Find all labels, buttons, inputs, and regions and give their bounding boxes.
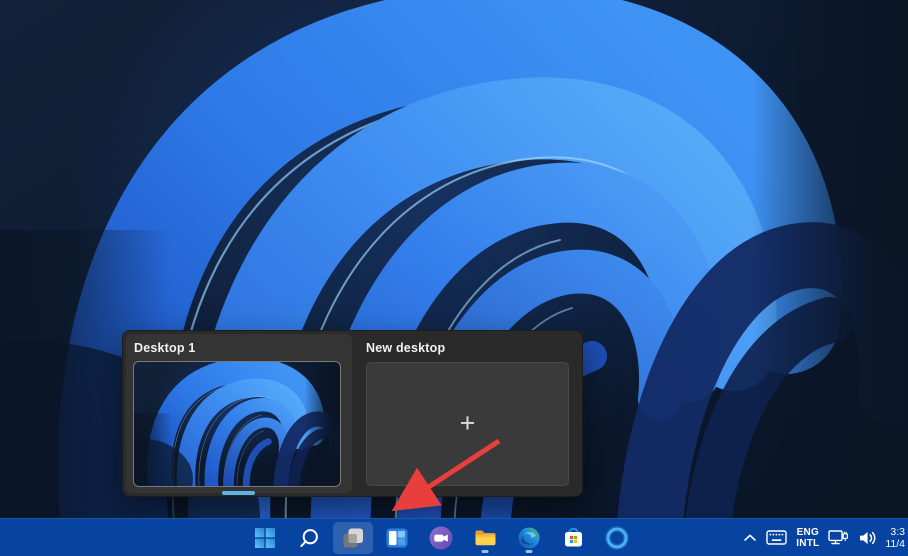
task-view-flyout: Desktop 1 New desktop + (122, 330, 583, 497)
desktop-1-thumbnail[interactable] (133, 361, 341, 487)
active-desktop-indicator (222, 491, 255, 495)
chevron-up-icon (744, 534, 757, 541)
tray-overflow-button[interactable] (743, 522, 757, 554)
keyboard-icon (766, 530, 787, 545)
new-desktop-button[interactable]: + (366, 362, 569, 486)
volume-button[interactable] (858, 522, 878, 554)
microsoft-store-icon (564, 527, 582, 547)
chat-button[interactable] (421, 522, 461, 554)
running-indicator (525, 549, 533, 553)
touch-keyboard-button[interactable] (766, 522, 787, 554)
task-view-icon (343, 528, 363, 547)
widgets-button[interactable] (377, 522, 417, 554)
edge-icon (518, 527, 540, 548)
cortana-ring-icon (605, 525, 629, 550)
widgets-icon (386, 528, 408, 547)
ethernet-network-icon (828, 530, 849, 545)
clock-time: 3:3 (890, 525, 905, 538)
cortana-button[interactable] (597, 522, 637, 554)
desktop-1-label: Desktop 1 (134, 341, 196, 355)
search-icon (300, 528, 318, 547)
windows-logo-icon (255, 527, 275, 548)
speaker-icon (860, 531, 876, 544)
windows-desktop: Desktop 1 New desktop + ENG INTL 3:3 11/… (0, 0, 908, 556)
language-indicator[interactable]: ENG INTL (796, 522, 819, 554)
clock-date: 11/4 (885, 537, 905, 550)
language-line1: ENG (796, 526, 819, 538)
file-explorer-button[interactable] (465, 522, 505, 554)
system-tray: ENG INTL 3:3 11/4 (743, 519, 908, 556)
edge-button[interactable] (509, 522, 549, 554)
taskbar-center-icons (243, 519, 639, 556)
new-desktop-label: New desktop (366, 341, 446, 355)
task-view-button[interactable] (333, 521, 373, 554)
start-button[interactable] (245, 522, 285, 554)
folder-icon (475, 530, 495, 546)
network-button[interactable] (828, 522, 849, 554)
language-line2: INTL (796, 537, 820, 549)
running-indicator (481, 549, 489, 553)
chat-camera-icon (429, 526, 453, 549)
search-button[interactable] (289, 522, 329, 554)
clock[interactable]: 3:3 11/4 (885, 522, 905, 554)
microsoft-store-button[interactable] (553, 522, 593, 554)
desktop-1-thumbnail-image (134, 362, 340, 486)
taskbar: ENG INTL 3:3 11/4 (0, 518, 908, 556)
plus-icon: + (459, 407, 476, 438)
